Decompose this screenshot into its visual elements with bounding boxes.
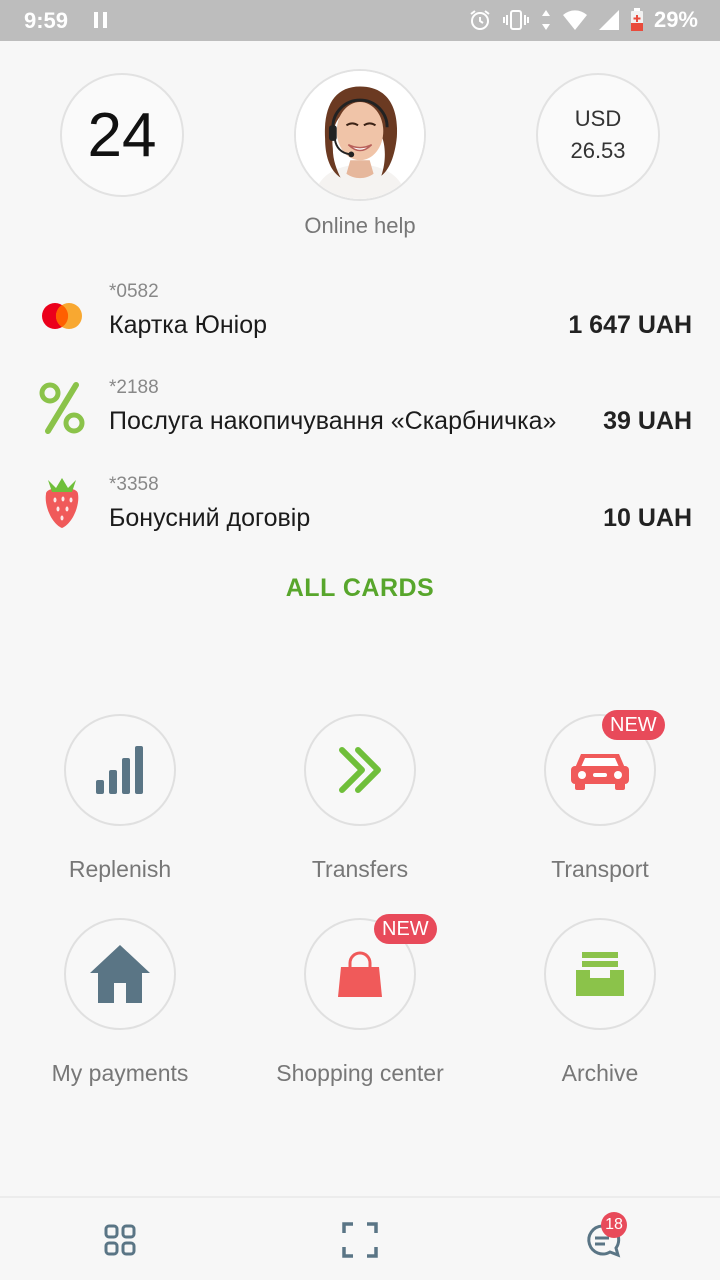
new-badge: NEW	[374, 914, 437, 944]
archive-button[interactable]: Archive	[480, 918, 720, 1108]
transfers-button[interactable]: Transfers	[240, 714, 480, 904]
status-bar: 9:59 29%	[0, 0, 720, 41]
shopping-center-button[interactable]: NEW Shopping center	[240, 914, 480, 1108]
archive-label: Archive	[561, 1060, 639, 1086]
support-agent-avatar	[296, 71, 424, 199]
grid-menu-icon[interactable]	[100, 1220, 140, 1260]
support-number: 24	[87, 100, 157, 170]
card-number: *3358	[109, 474, 159, 495]
online-help-label: Online help	[304, 213, 416, 238]
card-balance: 10 UAH	[603, 504, 692, 532]
exchange-rate-button[interactable]: USD 26.53	[536, 73, 660, 197]
transport-button[interactable]: NEW Transport	[480, 710, 720, 904]
card-row[interactable]: *2188 Послуга накопичування «Скарбничка»…	[0, 377, 720, 457]
currency-code: USD	[574, 106, 622, 131]
house-icon	[90, 945, 150, 1003]
pause-icon	[94, 12, 108, 28]
strawberry-icon	[45, 478, 79, 528]
card-row[interactable]: *0582 Картка Юніор 1 647 UAH	[0, 281, 720, 361]
card-balance: 1 647 UAH	[568, 311, 692, 339]
card-name: Бонусний договір	[109, 504, 311, 532]
signal-bars-icon	[96, 746, 143, 794]
car-icon	[571, 754, 629, 790]
card-number: *0582	[109, 281, 159, 302]
percent-icon	[39, 382, 85, 434]
all-cards-button[interactable]: ALL CARDS	[210, 574, 510, 603]
scan-icon[interactable]	[340, 1220, 380, 1260]
new-badge: NEW	[602, 710, 665, 740]
chat-badge: 18	[601, 1212, 627, 1238]
double-chevron-right-icon	[339, 747, 381, 793]
my-payments-label: My payments	[51, 1060, 189, 1086]
status-time: 9:59	[24, 8, 69, 33]
battery-percent: 29%	[653, 7, 698, 32]
vibrate-icon	[502, 10, 529, 30]
bottom-navigation	[0, 1196, 720, 1280]
currency-rate: 26.53	[570, 138, 626, 163]
card-name: Послуга накопичування «Скарбничка»	[109, 407, 557, 435]
data-arrows-icon	[541, 10, 550, 30]
support-number-button[interactable]: 24	[60, 73, 184, 197]
mastercard-icon	[42, 303, 82, 329]
battery-icon	[630, 8, 643, 31]
archive-tray-icon	[576, 952, 624, 996]
signal-icon	[598, 10, 619, 30]
card-balance: 39 UAH	[603, 407, 692, 435]
status-icons: 29%	[468, 7, 698, 33]
my-payments-button[interactable]: My payments	[0, 918, 240, 1108]
wifi-icon	[562, 10, 587, 30]
shopping-center-label: Shopping center	[276, 1060, 444, 1086]
replenish-label: Replenish	[68, 856, 172, 882]
transfers-label: Transfers	[311, 856, 409, 882]
online-help-button[interactable]	[294, 69, 426, 201]
alarm-icon	[470, 10, 490, 30]
card-row[interactable]: *3358 Бонусний договір 10 UAH	[0, 474, 720, 554]
shopping-bag-icon	[338, 951, 382, 997]
card-number: *2188	[109, 377, 159, 398]
replenish-button[interactable]: Replenish	[0, 714, 240, 904]
card-name: Картка Юніор	[109, 311, 268, 339]
transport-label: Transport	[551, 856, 649, 882]
